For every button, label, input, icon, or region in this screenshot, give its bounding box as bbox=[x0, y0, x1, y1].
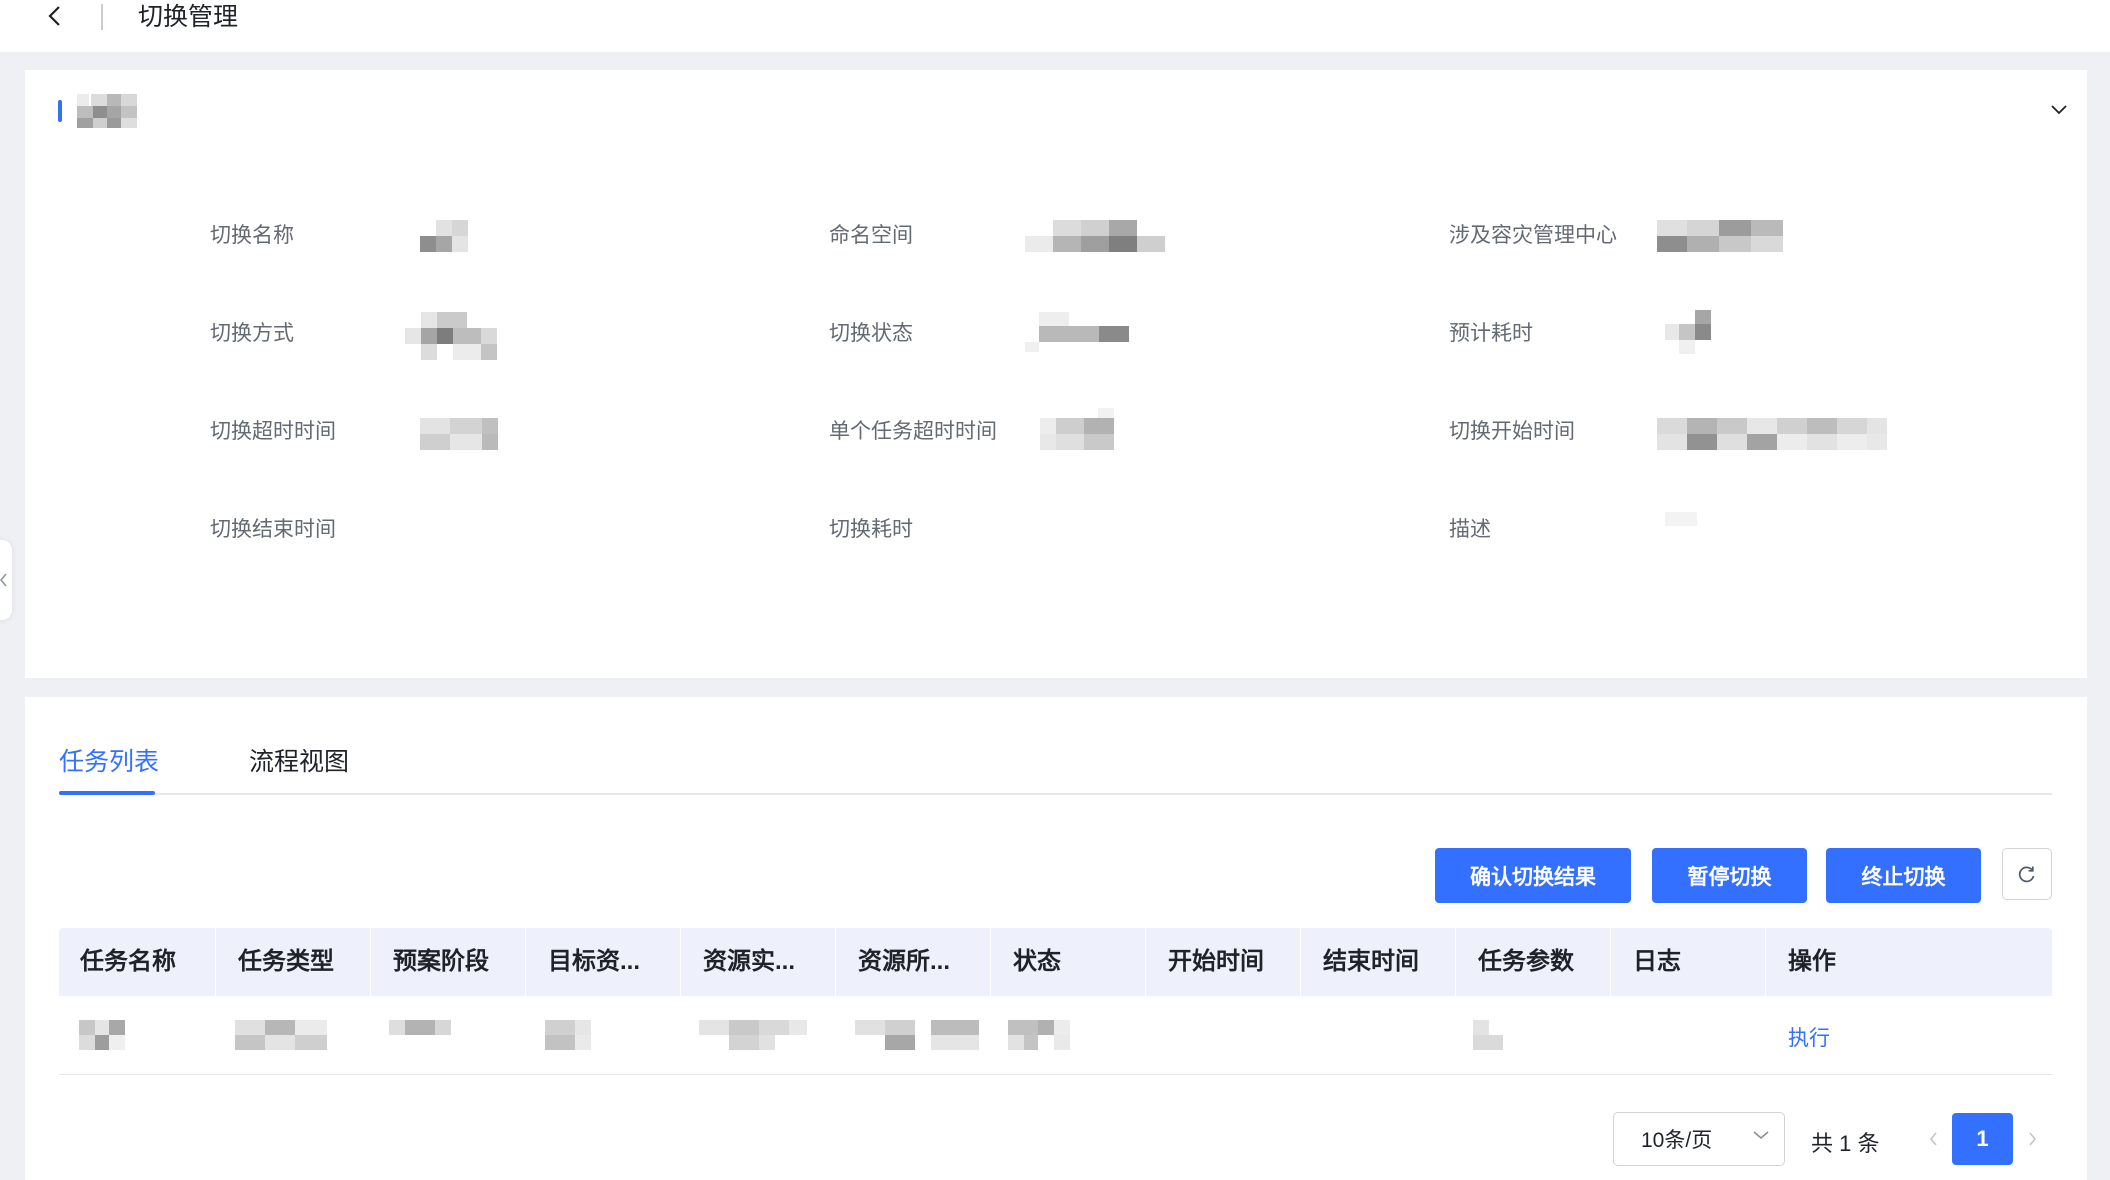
column-header-task-params[interactable]: 任务参数 bbox=[1457, 928, 1612, 996]
sidebar-toggle[interactable] bbox=[0, 540, 12, 620]
column-divider bbox=[835, 928, 836, 996]
switch-start-time-label: 切换开始时间 bbox=[1449, 420, 1575, 443]
column-divider bbox=[1765, 928, 1766, 996]
column-header-log[interactable]: 日志 bbox=[1612, 928, 1767, 996]
refresh-button[interactable] bbox=[2002, 848, 2052, 900]
chevron-left-icon bbox=[1929, 1132, 1937, 1146]
task-panel: 任务列表 流程视图 确认切换结果 暂停切换 终止切换 任务名称 任务类型 预案阶… bbox=[25, 697, 2087, 1180]
header-divider bbox=[101, 4, 103, 30]
back-button[interactable] bbox=[40, 0, 70, 32]
task-tabs: 任务列表 流程视图 bbox=[59, 745, 2052, 795]
column-header-task-type[interactable]: 任务类型 bbox=[217, 928, 372, 996]
namespace-label: 命名空间 bbox=[829, 224, 913, 247]
column-header-start-time[interactable]: 开始时间 bbox=[1147, 928, 1302, 996]
chevron-down-icon bbox=[1753, 1131, 1769, 1140]
column-divider bbox=[990, 928, 991, 996]
tab-flow-view[interactable]: 流程视图 bbox=[249, 745, 349, 779]
column-divider bbox=[680, 928, 681, 996]
chevron-left-icon bbox=[0, 573, 7, 587]
table-header: 任务名称 任务类型 预案阶段 目标资... 资源实... 资源所... 状态 开… bbox=[59, 928, 2052, 996]
pagination-total: 共 1 条 bbox=[1811, 1131, 1880, 1156]
redacted-dr-center bbox=[1657, 220, 1783, 252]
redacted-card-title bbox=[77, 94, 167, 128]
switch-status-label: 切换状态 bbox=[829, 322, 913, 345]
redacted-switch-name bbox=[420, 220, 468, 252]
redacted-estimated-duration bbox=[1665, 310, 1713, 354]
page-number-button[interactable]: 1 bbox=[1952, 1113, 2013, 1165]
tab-task-list[interactable]: 任务列表 bbox=[59, 745, 159, 779]
prev-page-button[interactable] bbox=[1920, 1125, 1946, 1153]
collapse-button[interactable] bbox=[2047, 98, 2071, 122]
column-header-task-name[interactable]: 任务名称 bbox=[59, 928, 214, 996]
column-header-end-time[interactable]: 结束时间 bbox=[1302, 928, 1457, 996]
estimated-duration-label: 预计耗时 bbox=[1449, 322, 1533, 345]
switch-mode-label: 切换方式 bbox=[210, 322, 294, 345]
switch-duration-label: 切换耗时 bbox=[829, 518, 913, 541]
column-header-resource-owner[interactable]: 资源所... bbox=[837, 928, 992, 996]
terminate-switch-button[interactable]: 终止切换 bbox=[1826, 848, 1981, 903]
page-title: 切换管理 bbox=[138, 3, 239, 31]
redacted-resource-owner bbox=[855, 1020, 979, 1050]
column-divider bbox=[1610, 928, 1611, 996]
redacted-description bbox=[1665, 512, 1697, 526]
execute-action-link[interactable]: 执行 bbox=[1788, 1022, 1830, 1052]
column-header-status[interactable]: 状态 bbox=[992, 928, 1147, 996]
table-row: 执行 bbox=[59, 996, 2052, 1075]
page-size-select[interactable]: 10条/页 bbox=[1613, 1112, 1785, 1166]
column-divider bbox=[1455, 928, 1456, 996]
column-header-actions[interactable]: 操作 bbox=[1767, 928, 2052, 996]
switch-info-card: 切换名称 命名空间 涉及容灾管理中心 切换方式 切换状态 预计耗时 切换超时时间… bbox=[25, 70, 2087, 678]
column-divider bbox=[1300, 928, 1301, 996]
column-header-target-resource[interactable]: 目标资... bbox=[527, 928, 682, 996]
chevron-down-icon bbox=[2051, 105, 2067, 115]
redacted-plan-stage bbox=[389, 1020, 451, 1035]
redacted-task-type bbox=[235, 1020, 327, 1050]
redacted-switch-status bbox=[1025, 312, 1129, 352]
redacted-switch-start-time bbox=[1657, 418, 1887, 450]
chevron-right-icon bbox=[2029, 1132, 2037, 1146]
redacted-task-params bbox=[1473, 1020, 1503, 1050]
redacted-namespace bbox=[1025, 220, 1165, 252]
switch-end-time-label: 切换结束时间 bbox=[210, 518, 336, 541]
refresh-icon bbox=[2018, 866, 2035, 883]
redacted-switch-timeout bbox=[420, 418, 498, 450]
column-divider bbox=[370, 928, 371, 996]
column-header-plan-stage[interactable]: 预案阶段 bbox=[372, 928, 527, 996]
section-accent-bar bbox=[58, 100, 62, 122]
single-task-timeout-label: 单个任务超时时间 bbox=[829, 420, 997, 443]
column-header-resource-instance[interactable]: 资源实... bbox=[682, 928, 837, 996]
redacted-switch-mode bbox=[405, 312, 497, 360]
page-size-value: 10条/页 bbox=[1641, 1129, 1713, 1152]
top-header: 切换管理 bbox=[0, 0, 2110, 52]
switch-timeout-label: 切换超时时间 bbox=[210, 420, 336, 443]
description-label: 描述 bbox=[1449, 518, 1491, 541]
chevron-left-icon bbox=[48, 6, 60, 26]
next-page-button[interactable] bbox=[2020, 1125, 2046, 1153]
confirm-switch-result-button[interactable]: 确认切换结果 bbox=[1435, 848, 1631, 903]
switch-name-label: 切换名称 bbox=[210, 224, 294, 247]
column-divider bbox=[215, 928, 216, 996]
column-divider bbox=[525, 928, 526, 996]
redacted-task-name bbox=[79, 1020, 125, 1050]
redacted-resource-instance bbox=[699, 1020, 807, 1050]
column-divider bbox=[1145, 928, 1146, 996]
redacted-status bbox=[1008, 1020, 1070, 1050]
redacted-target-resource bbox=[545, 1020, 591, 1050]
pause-switch-button[interactable]: 暂停切换 bbox=[1652, 848, 1807, 903]
active-tab-indicator bbox=[59, 791, 155, 795]
dr-center-label: 涉及容灾管理中心 bbox=[1449, 224, 1617, 247]
redacted-single-task-timeout bbox=[1040, 408, 1130, 450]
